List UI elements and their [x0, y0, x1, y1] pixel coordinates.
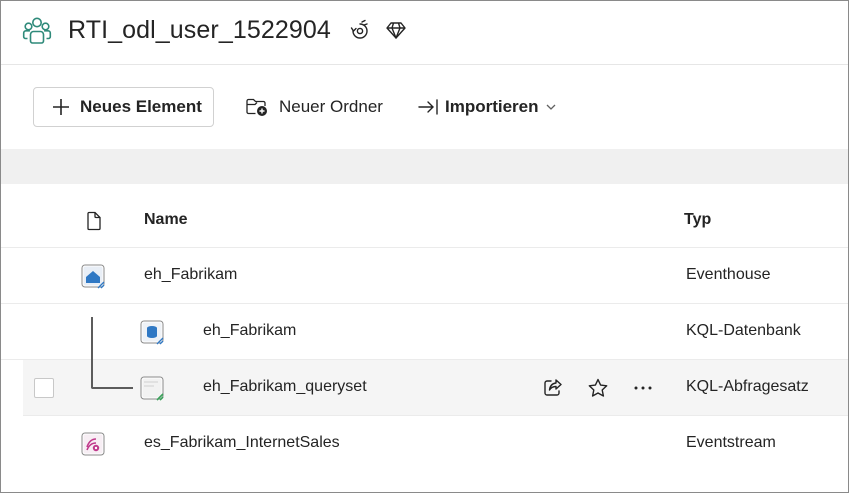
import-arrow-icon [418, 99, 438, 115]
item-name-link[interactable]: eh_Fabrikam [144, 266, 237, 284]
item-name-link[interactable]: eh_Fabrikam [203, 322, 296, 340]
column-header-name[interactable]: Name [144, 211, 188, 229]
new-item-button[interactable]: Neues Element [33, 87, 214, 127]
new-item-label: Neues Element [80, 97, 202, 116]
eventstream-icon [81, 432, 105, 456]
command-toolbar: Neues Element Neuer Ordner Importieren [1, 65, 848, 149]
table-row[interactable]: eh_Fabrikam Eventhouse [1, 248, 848, 304]
item-name-link[interactable]: eh_Fabrikam_queryset [203, 378, 367, 396]
item-type: KQL-Datenbank [686, 322, 801, 339]
workspace-settings-icon[interactable] [349, 19, 371, 41]
plus-icon [53, 99, 69, 115]
share-icon[interactable] [542, 377, 564, 399]
workspace-people-icon [22, 17, 52, 44]
tree-connector [91, 317, 133, 389]
kql-database-icon [140, 320, 164, 345]
kql-queryset-icon [140, 376, 164, 401]
new-folder-label: Neuer Ordner [279, 97, 383, 116]
workspace-header: RTI_odl_user_1522904 [1, 1, 848, 65]
import-label: Importieren [445, 97, 539, 116]
import-dropdown-button[interactable]: Importieren [417, 87, 557, 127]
more-options-icon[interactable] [632, 377, 654, 399]
new-folder-icon [246, 98, 267, 116]
table-header: Name Typ [1, 191, 848, 248]
new-folder-button[interactable]: Neuer Ordner [245, 87, 383, 127]
workspace-title: RTI_odl_user_1522904 [68, 16, 331, 44]
column-header-type[interactable]: Typ [684, 211, 711, 229]
item-type: Eventstream [686, 434, 776, 451]
item-type: KQL-Abfragesatz [686, 378, 809, 395]
filter-band [1, 149, 848, 184]
eventhouse-icon [81, 264, 105, 289]
premium-diamond-icon [386, 22, 406, 39]
table-row[interactable]: eh_Fabrikam_queryset KQL-Abfragesatz [23, 360, 848, 416]
row-select-checkbox[interactable] [34, 378, 54, 398]
chevron-down-icon [546, 104, 555, 110]
item-name-link[interactable]: es_Fabrikam_InternetSales [144, 434, 340, 452]
item-type: Eventhouse [686, 266, 771, 283]
file-type-icon [87, 211, 101, 231]
workspace-page: RTI_odl_user_1522904 Neues Element Neuer… [0, 0, 849, 493]
favorite-star-icon[interactable] [587, 377, 609, 399]
table-row[interactable]: es_Fabrikam_InternetSales Eventstream [1, 416, 848, 472]
